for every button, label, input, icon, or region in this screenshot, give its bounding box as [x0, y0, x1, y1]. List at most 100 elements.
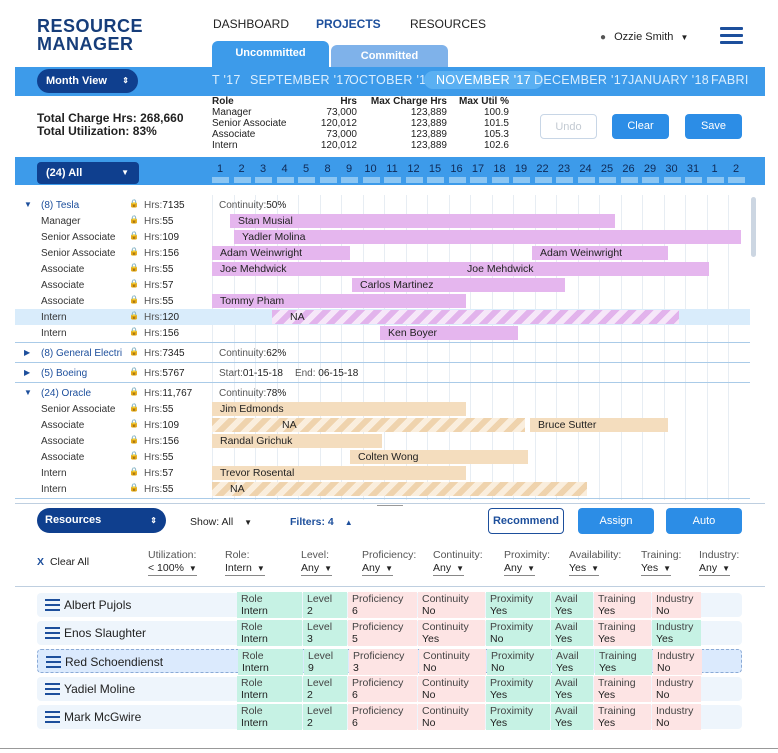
filter-select[interactable]: < 100% ▼	[148, 562, 197, 576]
lock-icon[interactable]: 🔒	[129, 367, 139, 376]
clear-all-link[interactable]: X Clear All	[37, 556, 89, 568]
day-label: 24	[579, 163, 592, 175]
month-4[interactable]: DECEMBER '17	[534, 73, 628, 87]
user-menu[interactable]: ● Ozzie Smith ▼	[600, 31, 688, 43]
filters-toggle[interactable]: Filters: 4 ▲	[290, 516, 353, 528]
lock-icon[interactable]: 🔒	[129, 403, 139, 412]
save-button[interactable]: Save	[685, 114, 742, 139]
caret-down-icon[interactable]: ▼	[24, 388, 32, 397]
month-active[interactable]: NOVEMBER '17	[424, 71, 543, 89]
assignment-bar[interactable]: Adam Weinwright	[212, 246, 350, 260]
filter-select[interactable]: Yes ▼	[641, 562, 672, 576]
resource-row[interactable]: Albert Pujols Role Intern Level 2 Proficiency…	[37, 592, 742, 618]
lock-icon[interactable]: 🔒	[129, 199, 139, 208]
nav-resources[interactable]: RESOURCES	[410, 17, 486, 31]
resources-select[interactable]: Resources ⇕	[37, 508, 166, 533]
lock-icon[interactable]: 🔒	[129, 215, 139, 224]
filter-all-select[interactable]: (24) All ▼	[37, 162, 139, 184]
drag-handle-icon[interactable]	[45, 683, 60, 695]
assignment-bar[interactable]: Randal Grichuk	[212, 434, 382, 448]
filter-select[interactable]: Any ▼	[301, 562, 333, 576]
lock-icon[interactable]: 🔒	[129, 263, 139, 272]
tab-uncommitted[interactable]: Uncommitted	[212, 41, 329, 68]
project-row[interactable]: ▶ (8) General Electri 🔒 Hrs:7345 Continuity:…	[15, 345, 750, 361]
lock-icon[interactable]: 🔒	[129, 231, 139, 240]
assignment-bar[interactable]: Bruce Sutter	[530, 418, 668, 432]
caret-right-icon[interactable]: ▶	[24, 368, 30, 377]
assignment-bar[interactable]: NA	[272, 310, 679, 324]
day-tick	[728, 177, 745, 183]
filter-select[interactable]: Any ▼	[362, 562, 394, 576]
resource-row[interactable]: Enos Slaughter Role Intern Level 3 Proficienc…	[37, 620, 742, 646]
drag-handle-icon[interactable]	[45, 711, 60, 723]
lock-icon[interactable]: 🔒	[129, 451, 139, 460]
chevron-down-icon: ▼	[385, 564, 394, 573]
lock-icon[interactable]: 🔒	[129, 279, 139, 288]
assignment-bar[interactable]: Tommy Pham	[212, 294, 466, 308]
resource-row[interactable]: Red Schoendienst Role Intern Level 9 Proficie…	[37, 649, 742, 675]
assignment-bar[interactable]: Adam Weinwright	[532, 246, 668, 260]
lock-icon[interactable]: 🔒	[129, 347, 139, 356]
filter-select[interactable]: Any ▼	[504, 562, 536, 576]
show-select[interactable]: Show: All ▼	[190, 516, 252, 528]
lock-icon[interactable]: 🔒	[129, 387, 139, 396]
assignment-bar[interactable]: Joe Mehdwick	[459, 262, 709, 276]
assignment-bar[interactable]: Jim Edmonds	[212, 402, 466, 416]
recommend-button[interactable]: Recommend	[488, 508, 564, 534]
month-6[interactable]: FABRI	[711, 73, 749, 87]
assignment-bar[interactable]: Carlos Martinez	[352, 278, 565, 292]
filter-select[interactable]: Intern ▼	[225, 562, 265, 576]
lock-icon[interactable]: 🔒	[129, 247, 139, 256]
assignment-bar[interactable]: Ken Boyer	[380, 326, 518, 340]
lock-icon[interactable]: 🔒	[129, 295, 139, 304]
undo-button[interactable]: Undo	[540, 114, 597, 139]
month-1[interactable]: SEPTEMBER '17	[250, 73, 351, 87]
month-0[interactable]: T '17	[212, 73, 241, 87]
filter-select[interactable]: Any ▼	[699, 562, 731, 576]
caret-down-icon[interactable]: ▼	[24, 200, 32, 209]
filter-select[interactable]: Any ▼	[433, 562, 465, 576]
project-name[interactable]: (8) Tesla	[41, 200, 79, 211]
scroll-thumb[interactable]	[751, 197, 756, 257]
assign-button[interactable]: Assign	[578, 508, 654, 534]
nav-dashboard[interactable]: DASHBOARD	[213, 17, 289, 31]
resource-attr-role: Role Intern	[237, 704, 302, 730]
project-row[interactable]: ▶ (5) Boeing 🔒 Hrs:5767 Start:01-15-18 End: 0…	[15, 365, 750, 381]
resource-row[interactable]: Yadiel Moline Role Intern Level 2 Proficiency…	[37, 676, 742, 702]
lock-icon[interactable]: 🔒	[129, 311, 139, 320]
lock-icon[interactable]: 🔒	[129, 327, 139, 336]
drag-handle-icon[interactable]	[46, 656, 61, 668]
project-name[interactable]: (8) General Electri	[41, 348, 122, 359]
project-name[interactable]: (24) Oracle	[41, 388, 91, 399]
nav-projects[interactable]: PROJECTS	[316, 17, 381, 31]
assignment-bar[interactable]: NA	[212, 482, 587, 496]
resource-row[interactable]: Mark McGwire Role Intern Level 2 Proficiency 6…	[37, 704, 742, 730]
drag-handle-icon[interactable]	[45, 627, 60, 639]
auto-button[interactable]: Auto	[666, 508, 742, 534]
assignment-bar[interactable]: Joe Mehdwick	[212, 262, 459, 276]
assignment-bar[interactable]: Colten Wong	[350, 450, 528, 464]
drag-handle-icon[interactable]	[45, 599, 60, 611]
clear-button[interactable]: Clear	[612, 114, 669, 139]
role-label: Associate	[41, 436, 85, 447]
project-row[interactable]: ▼ (24) Oracle 🔒 Hrs:11,767 Continuity:78%	[15, 385, 750, 401]
lock-icon[interactable]: 🔒	[129, 419, 139, 428]
month-5[interactable]: JANUARY '18	[628, 73, 709, 87]
lock-icon[interactable]: 🔒	[129, 483, 139, 492]
hamburger-menu-icon[interactable]	[720, 27, 743, 45]
assignment-bar[interactable]: Yadler Molina	[234, 230, 741, 244]
assignment-bar[interactable]: NA	[212, 418, 525, 432]
month-view-select[interactable]: Month View ⇕	[37, 69, 138, 93]
project-row[interactable]: ▼ (8) Tesla 🔒 Hrs:7135 Continuity:50%	[15, 197, 750, 213]
grid-scrollbar[interactable]	[750, 195, 758, 500]
project-name[interactable]: (5) Boeing	[41, 368, 87, 379]
tab-committed[interactable]: Committed	[331, 45, 448, 68]
caret-right-icon[interactable]: ▶	[24, 348, 30, 357]
assignment-bar[interactable]: Trevor Rosental	[212, 466, 466, 480]
assignment-bar[interactable]: Stan Musial	[230, 214, 615, 228]
month-2[interactable]: OCTOBER '17	[349, 73, 434, 87]
filter-select[interactable]: Yes ▼	[569, 562, 600, 576]
lock-icon[interactable]: 🔒	[129, 435, 139, 444]
day-tick	[534, 177, 552, 183]
lock-icon[interactable]: 🔒	[129, 467, 139, 476]
